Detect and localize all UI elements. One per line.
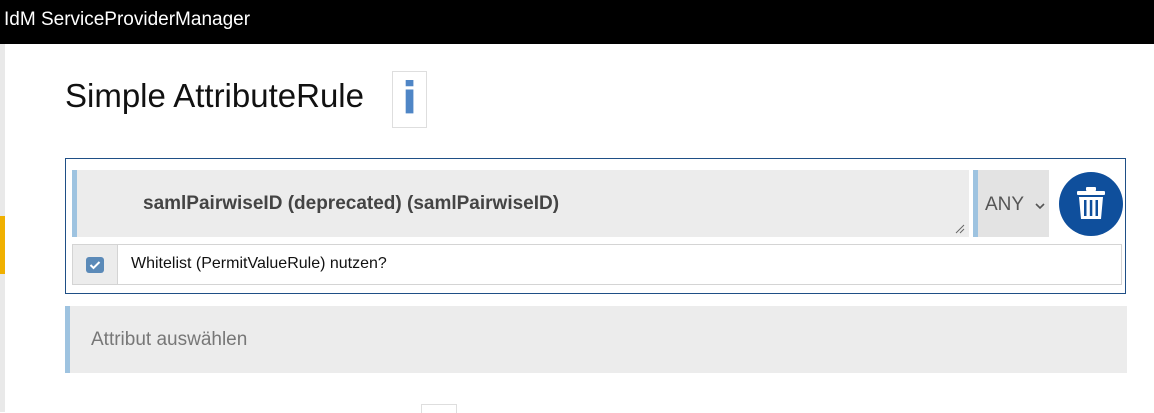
attribute-value: samlPairwiseID (deprecated) (samlPairwis… bbox=[143, 193, 560, 214]
app-header: IdM ServiceProviderManager bbox=[0, 0, 1154, 44]
match-mode-value: ANY bbox=[985, 194, 1025, 215]
app-title: IdM ServiceProviderManager bbox=[4, 9, 251, 30]
whitelist-checkbox[interactable] bbox=[86, 257, 104, 273]
page-title: Simple AttributeRule bbox=[65, 77, 364, 114]
match-mode-select[interactable]: ANY bbox=[973, 170, 1049, 237]
attribute-textarea[interactable]: samlPairwiseID (deprecated) (samlPairwis… bbox=[72, 170, 969, 237]
attribute-picker-placeholder: Attribut auswählen bbox=[91, 329, 248, 350]
whitelist-option-row: Whitelist (PermitValueRule) nutzen? bbox=[72, 244, 1122, 285]
left-sidebar-marker bbox=[0, 216, 5, 274]
trash-icon bbox=[1077, 187, 1105, 219]
whitelist-label: Whitelist (PermitValueRule) nutzen? bbox=[131, 255, 387, 272]
whitelist-checkbox-cell[interactable] bbox=[73, 245, 118, 284]
checkmark-icon bbox=[89, 261, 101, 270]
delete-rule-button[interactable] bbox=[1059, 172, 1123, 236]
info-button[interactable]: i bbox=[392, 71, 427, 128]
attribute-rule-panel: samlPairwiseID (deprecated) (samlPairwis… bbox=[65, 158, 1126, 294]
resize-handle-icon[interactable] bbox=[955, 224, 965, 234]
info-icon: i bbox=[401, 73, 418, 124]
attribute-picker[interactable]: Attribut auswählen bbox=[65, 306, 1127, 373]
chevron-down-icon bbox=[1035, 203, 1045, 210]
